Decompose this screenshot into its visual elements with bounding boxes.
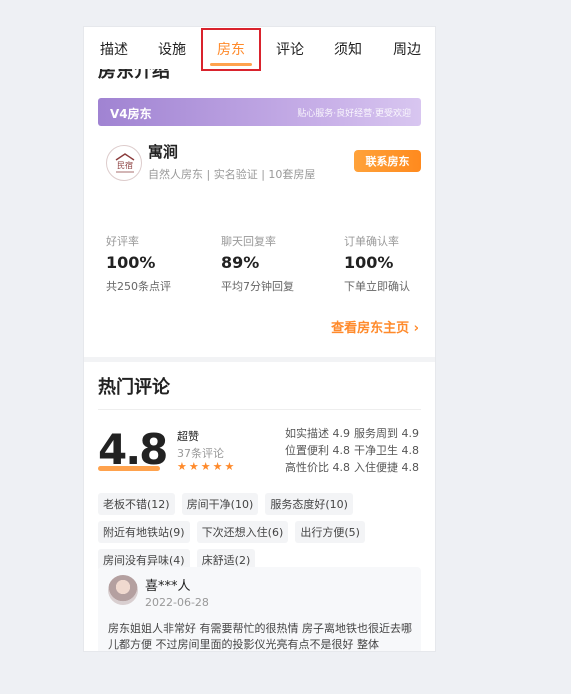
review-tag[interactable]: 老板不错(12) [98, 493, 175, 515]
tab-bar: 描述 设施 房东 评论 须知 周边 [84, 27, 435, 69]
stat-label: 聊天回复率 [221, 235, 276, 248]
host-homepage-label: 查看房东主页 [331, 321, 410, 336]
active-tab-indicator [210, 63, 252, 66]
stat-sub: 平均7分钟回复 [221, 280, 294, 293]
contact-host-button[interactable]: 联系房东 [354, 150, 421, 172]
stat-positive-rate: 好评率 100% 共250条点评 [106, 233, 171, 294]
review-tag[interactable]: 出行方便(5) [295, 521, 365, 543]
sub-score: 位置便利 4.8 [285, 444, 350, 457]
stat-value: 100% [344, 253, 394, 272]
review-card[interactable]: 喜***人 2022-06-28 房东姐姐人非常好 有需要帮忙的很热情 房子离地… [98, 567, 421, 651]
review-count: 37条评论 [177, 447, 224, 460]
avatar [108, 575, 138, 605]
host-level-slogan: 贴心服务·良好经营·更受欢迎 [297, 109, 411, 119]
stat-reply-rate: 聊天回复率 89% 平均7分钟回复 [221, 233, 294, 294]
review-date: 2022-06-28 [145, 596, 209, 609]
tab-description[interactable]: 描述 [100, 39, 128, 59]
review-tags: 老板不错(12) 房间干净(10) 服务态度好(10) 附近有地铁站(9) 下次… [98, 493, 428, 577]
sub-score: 服务周到 4.9 [354, 427, 419, 440]
stat-label: 订单确认率 [344, 235, 399, 248]
score-praise: 超赞 [177, 430, 199, 443]
tab-nearby[interactable]: 周边 [393, 39, 421, 59]
phone-screen: 房东介绍 描述 设施 房东 评论 须知 周边 V4房东 贴心服务·良好经营·更受… [83, 26, 436, 652]
sub-score: 高性价比 4.8 [285, 461, 350, 474]
tab-facilities[interactable]: 设施 [158, 39, 186, 59]
stat-confirm-rate: 订单确认率 100% 下单立即确认 [344, 233, 410, 294]
sub-score: 入住便捷 4.8 [354, 461, 419, 474]
overall-score: 4.8 [98, 425, 168, 474]
rating-stars-icon: ★★★★★ [177, 460, 237, 473]
host-subtitle: 自然人房东 | 实名验证 | 10套房屋 [148, 168, 316, 181]
host-name: 寓涧 [148, 143, 179, 161]
tab-reviews[interactable]: 评论 [276, 39, 304, 59]
host-level-banner: V4房东 贴心服务·良好经营·更受欢迎 [98, 98, 421, 126]
host-logo-text: 民宿 [117, 160, 133, 170]
stat-value: 100% [106, 253, 156, 272]
review-tag[interactable]: 附近有地铁站(9) [98, 521, 190, 543]
chevron-right-icon: › [413, 321, 419, 336]
sub-score: 干净卫生 4.8 [354, 444, 419, 457]
review-tag[interactable]: 下次还想入住(6) [196, 521, 289, 543]
stat-sub: 共250条点评 [106, 280, 171, 293]
review-tag[interactable]: 房间干净(10) [181, 493, 259, 515]
stat-sub: 下单立即确认 [344, 280, 410, 293]
stat-label: 好评率 [106, 235, 139, 248]
sub-score: 如实描述 4.9 [285, 427, 350, 440]
review-text: 房东姐姐人非常好 有需要帮忙的很热情 房子离地铁也很近去哪儿都方便 不过房间里面… [108, 622, 412, 651]
sub-scores: 如实描述 4.9 服务周到 4.9 位置便利 4.8 干净卫生 4.8 高性价比 4… [281, 425, 419, 476]
review-username: 喜***人 [145, 579, 191, 594]
review-tag[interactable]: 服务态度好(10) [265, 493, 353, 515]
reviews-divider [98, 409, 421, 410]
host-level-badge: V4房东 [110, 107, 152, 121]
tab-host[interactable]: 房东 [217, 39, 245, 59]
stat-value: 89% [221, 253, 260, 272]
section-divider [84, 357, 435, 362]
reviews-title: 热门评论 [98, 377, 170, 398]
host-logo: 民宿 [106, 145, 142, 181]
host-homepage-link[interactable]: 查看房东主页 › [331, 317, 419, 336]
tab-notices[interactable]: 须知 [334, 39, 362, 59]
